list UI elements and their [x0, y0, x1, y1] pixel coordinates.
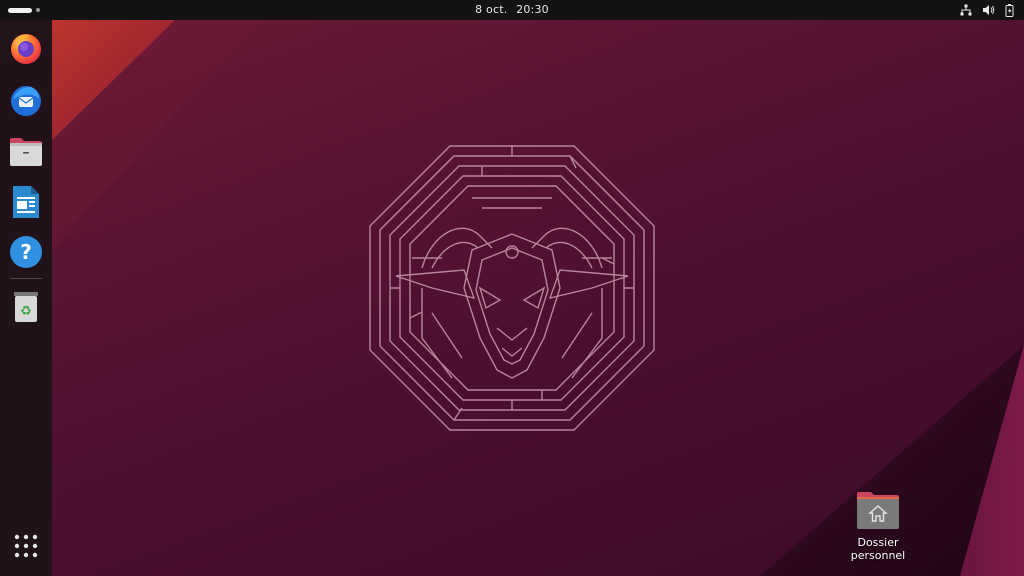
dock-item-thunderbird[interactable] [6, 80, 46, 120]
top-bar: 8 oct. 20:30 [0, 0, 1024, 20]
dock-item-libreoffice-writer[interactable] [6, 182, 46, 222]
files-icon [10, 138, 42, 166]
help-icon: ? [10, 236, 42, 268]
workspace-active-indicator [8, 7, 32, 13]
volume-icon [983, 5, 995, 15]
desktop-screen: 8 oct. 20:30 ? ♻ Dossier personnel [0, 0, 1024, 576]
dock-item-trash[interactable]: ♻ [6, 286, 46, 326]
app-grid-icon [14, 534, 38, 558]
workspace-inactive-indicator [36, 8, 40, 12]
network-wired-icon [960, 4, 972, 16]
desktop-icon-home-folder[interactable]: Dossier personnel [840, 490, 916, 562]
maze-bull-logo [369, 145, 655, 431]
dock-item-firefox[interactable] [6, 28, 46, 68]
date-label: 8 oct. [475, 3, 508, 16]
trash-icon: ♻ [14, 292, 38, 322]
thunderbird-icon [11, 86, 41, 116]
system-tray[interactable] [960, 2, 1014, 18]
svg-text:?: ? [20, 240, 32, 264]
activities-button[interactable] [8, 4, 40, 16]
dock: ? ♻ [0, 20, 52, 576]
battery-icon [1005, 3, 1014, 17]
home-folder-icon [857, 492, 899, 529]
home-folder-label: Dossier personnel [840, 536, 916, 562]
home-folder-label-line2: personnel [850, 549, 906, 562]
svg-text:♻: ♻ [20, 304, 32, 319]
dock-separator [10, 278, 42, 279]
show-apps-button[interactable] [6, 526, 46, 566]
dock-item-files[interactable] [6, 132, 46, 172]
date-time[interactable]: 8 oct. 20:30 [452, 3, 572, 16]
dock-item-help[interactable]: ? [6, 232, 46, 272]
time-label: 20:30 [516, 3, 549, 16]
libreoffice-writer-icon [13, 186, 39, 218]
firefox-icon [11, 34, 41, 64]
home-folder-label-line1: Dossier [857, 536, 899, 549]
